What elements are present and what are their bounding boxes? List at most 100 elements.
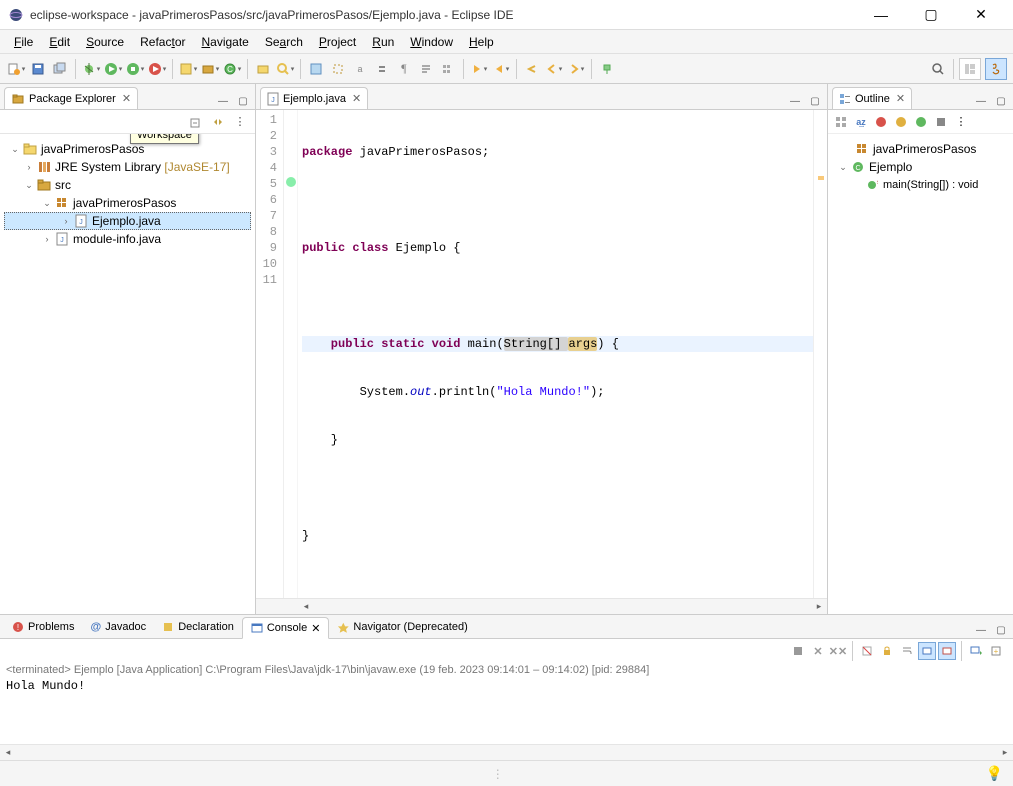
scroll-right-button[interactable]: ▸ [811, 599, 827, 613]
toggle-mark-button[interactable] [306, 59, 326, 79]
maximize-view-button[interactable]: ▢ [993, 622, 1009, 638]
menu-help[interactable]: Help [461, 32, 502, 52]
open-console-button[interactable]: + [987, 642, 1005, 660]
java-perspective-button[interactable] [985, 58, 1007, 80]
open-type-button[interactable] [253, 59, 273, 79]
focus-button[interactable] [832, 113, 850, 131]
hide-non-public-button[interactable] [912, 113, 930, 131]
menu-search[interactable]: Search [257, 32, 311, 52]
tree-project[interactable]: ⌄ javaPrimerosPasos [4, 140, 251, 158]
clear-console-button[interactable] [858, 642, 876, 660]
expand-arrow[interactable]: ⌄ [8, 144, 22, 155]
quick-access-search-icon[interactable] [928, 59, 948, 79]
expand-arrow[interactable]: ⌄ [22, 180, 36, 191]
close-icon[interactable]: ✕ [352, 92, 361, 105]
new-java-project-button[interactable] [178, 59, 198, 79]
back-button[interactable] [544, 59, 564, 79]
link-editor-button[interactable] [209, 113, 227, 131]
run-marker-icon[interactable] [286, 177, 296, 187]
open-perspective-button[interactable] [959, 58, 981, 80]
problems-tab[interactable]: ! Problems [4, 616, 82, 638]
minimize-view-button[interactable]: — [787, 93, 803, 109]
hide-static-button[interactable] [892, 113, 910, 131]
outline-package[interactable]: javaPrimerosPasos [832, 140, 1009, 158]
toggle-breadcrumb-button[interactable] [438, 59, 458, 79]
word-wrap-button[interactable] [898, 642, 916, 660]
new-java-package-button[interactable] [200, 59, 220, 79]
new-java-class-button[interactable]: C [222, 59, 242, 79]
menu-project[interactable]: Project [311, 32, 364, 52]
console-output[interactable]: Hola Mundo! [0, 677, 1013, 744]
show-selected-button[interactable] [372, 59, 392, 79]
console-tab[interactable]: Console ✕ [242, 617, 330, 639]
menu-run[interactable]: Run [364, 32, 402, 52]
scroll-lock-button[interactable] [878, 642, 896, 660]
toggle-word-wrap-button[interactable] [416, 59, 436, 79]
expand-arrow[interactable]: › [22, 162, 36, 172]
tree-src[interactable]: ⌄ src [4, 176, 251, 194]
toggle-whitespace-button[interactable]: a [350, 59, 370, 79]
menu-source[interactable]: Source [78, 32, 132, 52]
view-menu-button[interactable]: ⋮ [231, 113, 249, 131]
tree-file-module[interactable]: › J module-info.java [4, 230, 251, 248]
console-hscroll[interactable]: ◂ ▸ [0, 744, 1013, 760]
next-annotation-button[interactable] [469, 59, 489, 79]
last-edit-button[interactable] [522, 59, 542, 79]
show-on-error-button[interactable] [938, 642, 956, 660]
sort-button[interactable]: a͢z [852, 113, 870, 131]
outline-method[interactable]: s main(String[]) : void [832, 176, 1009, 194]
hide-fields-button[interactable] [872, 113, 890, 131]
new-button[interactable] [6, 59, 26, 79]
scroll-left-button[interactable]: ◂ [0, 745, 16, 759]
close-icon[interactable]: ✕ [311, 622, 320, 635]
expand-arrow[interactable]: ⌄ [836, 162, 850, 173]
coverage-button[interactable] [125, 59, 145, 79]
close-icon[interactable]: ✕ [122, 92, 131, 105]
maximize-button[interactable]: ▢ [915, 3, 947, 27]
show-on-output-button[interactable] [918, 642, 936, 660]
maximize-view-button[interactable]: ▢ [235, 93, 251, 109]
close-icon[interactable]: ✕ [896, 92, 905, 105]
prev-annotation-button[interactable] [491, 59, 511, 79]
save-button[interactable] [28, 59, 48, 79]
declaration-tab[interactable]: Declaration [154, 616, 242, 638]
code-editor[interactable]: 1 2 3 4 5 6 7 8 9 10 11 package javaPrim… [256, 110, 827, 598]
collapse-all-button[interactable] [187, 113, 205, 131]
terminate-button[interactable] [789, 642, 807, 660]
search-button[interactable] [275, 59, 295, 79]
expand-arrow[interactable]: › [40, 234, 54, 244]
run-button[interactable] [103, 59, 123, 79]
save-all-button[interactable] [50, 59, 70, 79]
overview-ruler[interactable] [813, 110, 827, 598]
close-button[interactable]: ✕ [965, 3, 997, 27]
navigator-tab[interactable]: Navigator (Deprecated) [329, 616, 475, 638]
menu-refactor[interactable]: Refactor [132, 32, 193, 52]
paragraph-button[interactable]: ¶ [394, 59, 414, 79]
hide-local-button[interactable] [932, 113, 950, 131]
maximize-view-button[interactable]: ▢ [807, 93, 823, 109]
view-menu-button[interactable]: ⋮ [952, 113, 970, 131]
remove-launch-button[interactable]: ✕ [809, 642, 827, 660]
minimize-view-button[interactable]: — [215, 93, 231, 109]
menu-window[interactable]: Window [402, 32, 461, 52]
menu-file[interactable]: File [6, 32, 41, 52]
javadoc-tab[interactable]: @ Javadoc [82, 616, 154, 638]
menu-navigate[interactable]: Navigate [193, 32, 256, 52]
forward-button[interactable] [566, 59, 586, 79]
minimize-view-button[interactable]: — [973, 622, 989, 638]
tree-jre[interactable]: › JRE System Library [JavaSE-17] [4, 158, 251, 176]
minimize-button[interactable]: — [865, 3, 897, 27]
minimize-view-button[interactable]: — [973, 93, 989, 109]
editor-hscroll[interactable]: ◂ ▸ [256, 598, 827, 614]
display-selected-console-button[interactable] [967, 642, 985, 660]
tree-file-ejemplo[interactable]: › J Ejemplo.java [4, 212, 251, 230]
outline-tab[interactable]: Outline ✕ [832, 87, 912, 109]
outline-class[interactable]: ⌄ C Ejemplo [832, 158, 1009, 176]
package-explorer-tab[interactable]: Package Explorer ✕ [4, 87, 138, 109]
package-explorer-tree[interactable]: ⌄ javaPrimerosPasos › JRE System Library… [0, 134, 255, 614]
toggle-block-button[interactable] [328, 59, 348, 79]
menu-edit[interactable]: Edit [41, 32, 78, 52]
outline-tree[interactable]: javaPrimerosPasos ⌄ C Ejemplo s main(Str… [828, 134, 1013, 614]
editor-tab[interactable]: J Ejemplo.java ✕ [260, 87, 368, 109]
scroll-left-button[interactable]: ◂ [298, 599, 314, 613]
